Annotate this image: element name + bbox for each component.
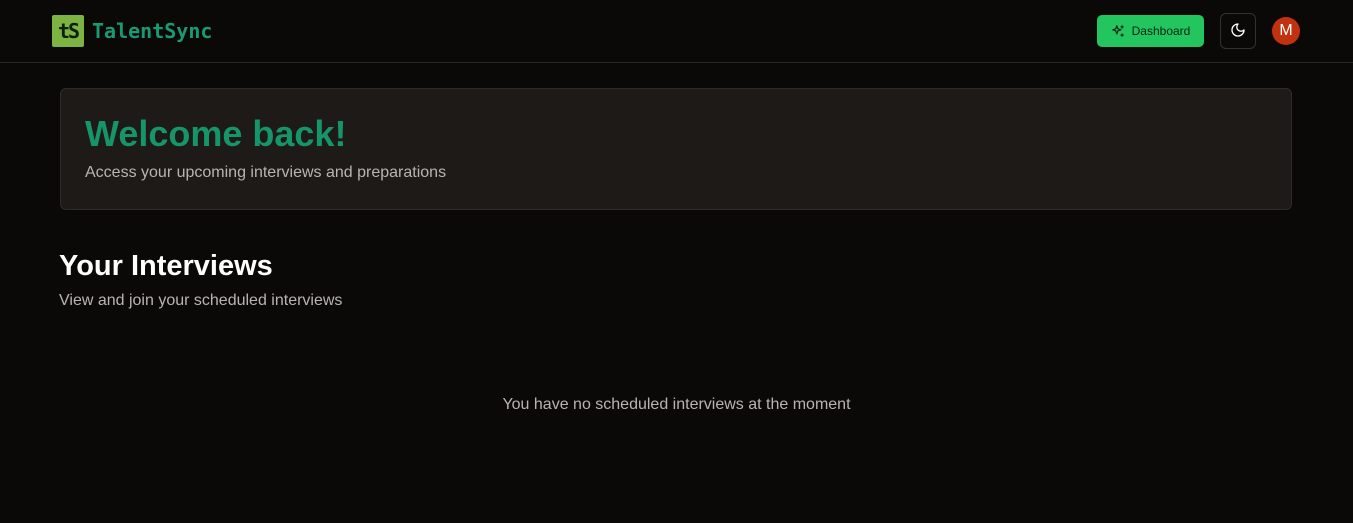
empty-state-message: You have no scheduled interviews at the … bbox=[502, 396, 851, 413]
welcome-card: Welcome back! Access your upcoming inter… bbox=[60, 88, 1292, 210]
interviews-title: Your Interviews bbox=[59, 250, 273, 282]
welcome-title: Welcome back! bbox=[85, 113, 347, 154]
moon-icon bbox=[1230, 22, 1246, 41]
logo-icon: tS bbox=[52, 15, 84, 47]
interviews-subtitle: View and join your scheduled interviews bbox=[59, 292, 343, 309]
dashboard-button[interactable]: Dashboard bbox=[1097, 15, 1204, 47]
welcome-subtitle: Access your upcoming interviews and prep… bbox=[85, 164, 447, 181]
sparkles-icon bbox=[1111, 24, 1125, 38]
theme-toggle-button[interactable] bbox=[1220, 13, 1256, 49]
brand-name: TalentSync bbox=[92, 19, 213, 43]
avatar[interactable]: M bbox=[1272, 17, 1300, 45]
dashboard-label: Dashboard bbox=[1131, 24, 1191, 38]
brand[interactable]: tS TalentSync bbox=[52, 15, 212, 47]
top-navbar: tS TalentSync Dashboard M bbox=[0, 0, 1353, 63]
